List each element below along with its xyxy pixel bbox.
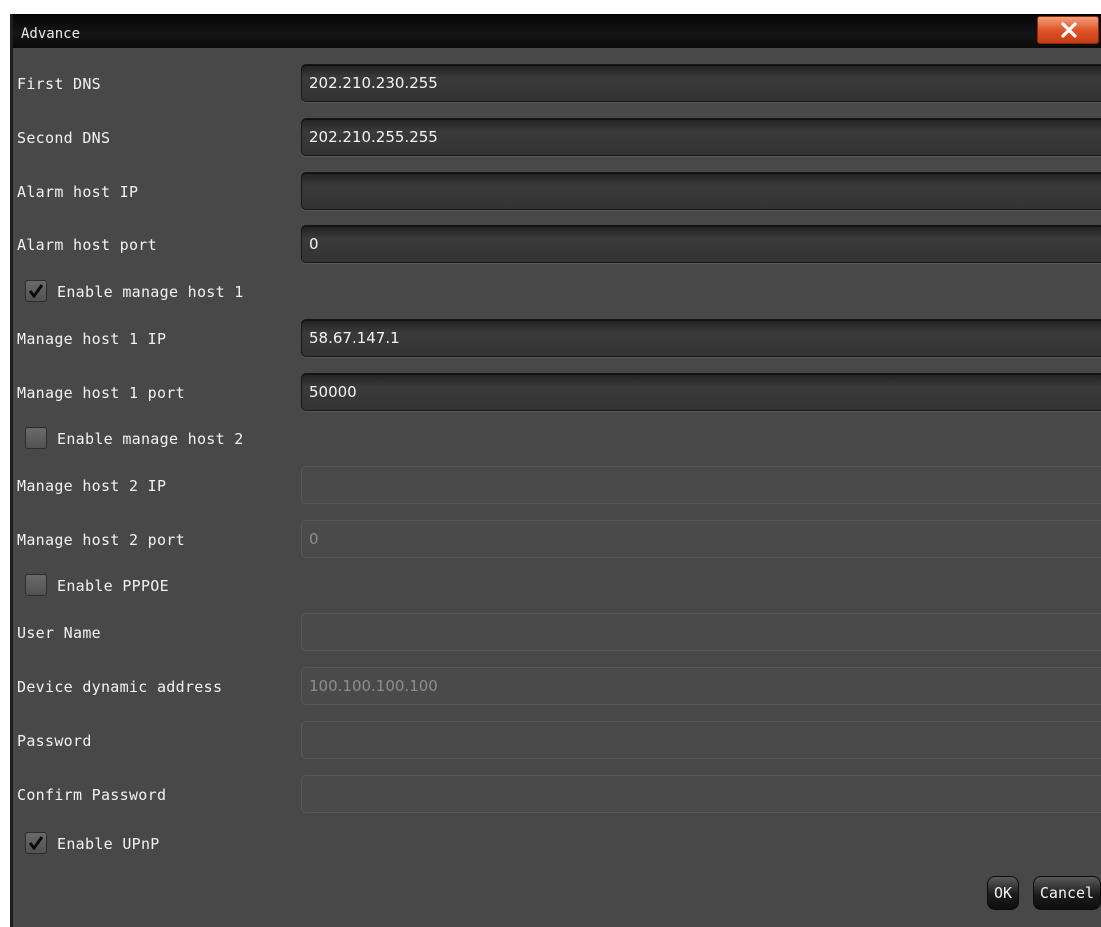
dialog-title: Advance xyxy=(21,26,81,42)
manage-host-1-port-label: Manage host 1 port xyxy=(17,384,185,402)
manage-host-2-ip-label: Manage host 2 IP xyxy=(17,477,167,495)
manage-host-2-ip-input[interactable] xyxy=(301,466,1101,504)
checkbox-box[interactable] xyxy=(25,832,47,854)
alarm-host-port-label: Alarm host port xyxy=(17,236,157,254)
manage-host-1-ip-input[interactable]: 58.67.147.1 xyxy=(301,319,1101,357)
alarm-host-port-input[interactable]: 0 xyxy=(301,225,1101,263)
close-button[interactable] xyxy=(1037,16,1099,44)
close-icon xyxy=(1061,22,1077,38)
checkbox-box[interactable] xyxy=(25,574,47,596)
enable-manage-host-1-label: Enable manage host 1 xyxy=(57,283,244,301)
password-label: Password xyxy=(17,732,92,750)
first-dns-label: First DNS xyxy=(17,75,101,93)
ok-button[interactable]: OK xyxy=(987,876,1019,910)
cancel-button[interactable]: Cancel xyxy=(1033,876,1101,910)
advance-dialog: Advance First DNS 202.210.230.255 Second… xyxy=(10,14,1101,927)
enable-upnp-label: Enable UPnP xyxy=(57,835,160,853)
second-dns-label: Second DNS xyxy=(17,129,111,147)
password-input[interactable] xyxy=(301,721,1101,759)
enable-manage-host-2-label: Enable manage host 2 xyxy=(57,430,244,448)
manage-host-1-port-input[interactable]: 50000 xyxy=(301,373,1101,411)
confirm-password-input[interactable] xyxy=(301,775,1101,813)
alarm-host-ip-input[interactable] xyxy=(301,172,1101,210)
checkbox-box[interactable] xyxy=(25,280,47,302)
confirm-password-label: Confirm Password xyxy=(17,786,167,804)
manage-host-1-ip-label: Manage host 1 IP xyxy=(17,330,167,348)
enable-pppoe-label: Enable PPPOE xyxy=(57,577,169,595)
checkmark-icon xyxy=(28,836,44,851)
checkbox-box[interactable] xyxy=(25,427,47,449)
alarm-host-ip-label: Alarm host IP xyxy=(17,183,139,201)
manage-host-2-port-label: Manage host 2 port xyxy=(17,531,185,549)
device-dynamic-address-input[interactable]: 100.100.100.100 xyxy=(301,667,1101,705)
user-name-label: User Name xyxy=(17,624,101,642)
manage-host-2-port-input[interactable]: 0 xyxy=(301,520,1101,558)
title-bar: Advance xyxy=(13,14,1101,48)
checkmark-icon xyxy=(28,284,44,299)
first-dns-input[interactable]: 202.210.230.255 xyxy=(301,64,1101,102)
second-dns-input[interactable]: 202.210.255.255 xyxy=(301,118,1101,156)
device-dynamic-address-label: Device dynamic address xyxy=(17,678,223,696)
user-name-input[interactable] xyxy=(301,613,1101,651)
